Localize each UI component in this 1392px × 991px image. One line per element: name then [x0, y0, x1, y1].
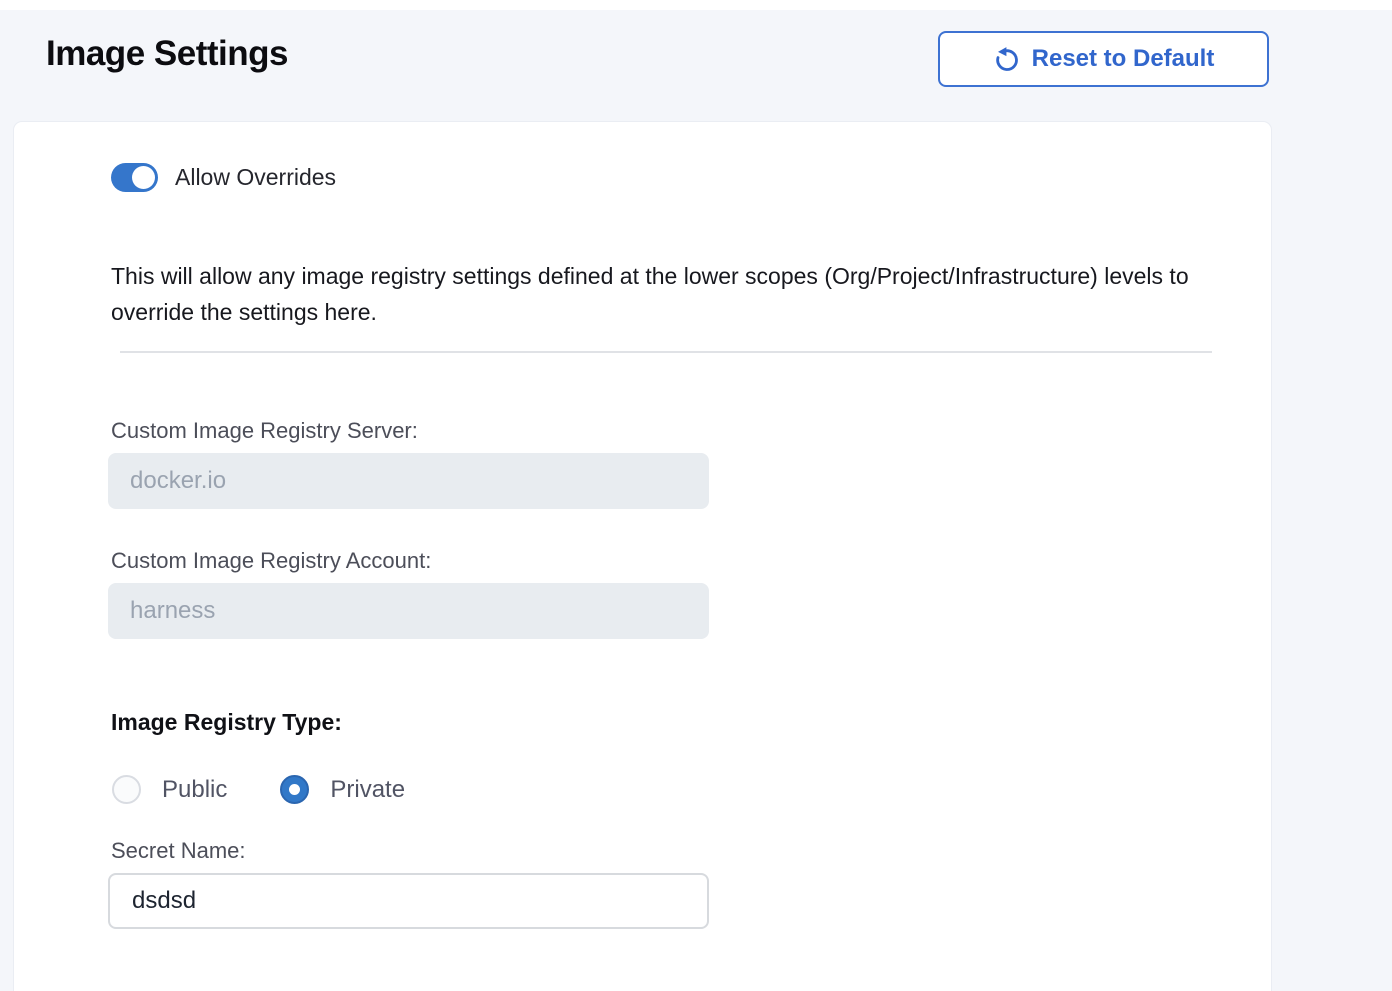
reset-button-label: Reset to Default	[1032, 45, 1215, 73]
page-title: Image Settings	[46, 34, 288, 74]
allow-overrides-row: Allow Overrides	[111, 163, 336, 192]
toggle-knob	[132, 166, 155, 189]
radio-public[interactable]: Public	[112, 775, 227, 804]
allow-overrides-toggle[interactable]	[111, 163, 158, 192]
reset-icon	[993, 46, 1020, 73]
allow-overrides-label: Allow Overrides	[175, 164, 336, 191]
registry-type-label: Image Registry Type:	[111, 709, 342, 736]
radio-public-control[interactable]	[112, 775, 141, 804]
overrides-description: This will allow any image registry setti…	[111, 258, 1229, 330]
section-divider	[120, 351, 1212, 353]
top-strip	[0, 0, 1392, 10]
secret-name-input[interactable]	[108, 873, 709, 929]
registry-account-label: Custom Image Registry Account:	[111, 548, 431, 574]
registry-type-options: Public Private	[112, 775, 405, 804]
radio-private-label: Private	[330, 776, 405, 804]
secret-name-label: Secret Name:	[111, 838, 246, 864]
radio-private-control[interactable]	[280, 775, 309, 804]
settings-card: Allow Overrides This will allow any imag…	[14, 122, 1271, 991]
registry-server-input[interactable]	[108, 453, 709, 509]
reset-to-default-button[interactable]: Reset to Default	[938, 31, 1269, 87]
registry-account-input[interactable]	[108, 583, 709, 639]
radio-private[interactable]: Private	[280, 775, 405, 804]
registry-server-label: Custom Image Registry Server:	[111, 418, 418, 444]
radio-public-label: Public	[162, 776, 227, 804]
